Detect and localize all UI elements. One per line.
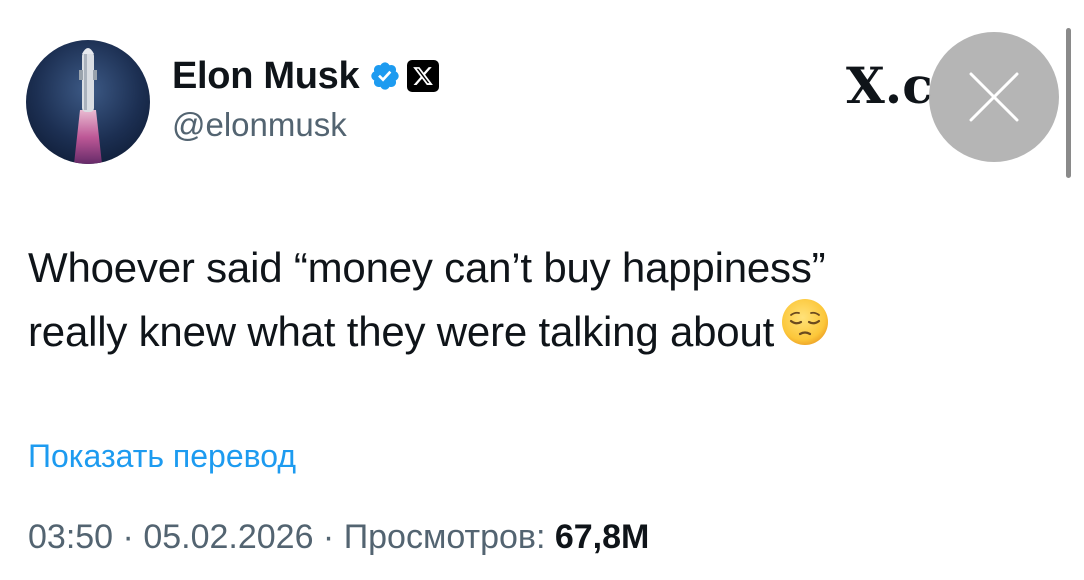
tweet-meta: 03:50 · 05.02.2026 · Просмотров: 67,8M bbox=[28, 518, 649, 557]
author-handle[interactable]: @elonmusk bbox=[172, 106, 347, 144]
pensive-face-emoji-icon bbox=[780, 297, 830, 365]
rocket-launch-avatar-icon bbox=[26, 40, 150, 164]
tweet-text-line-2: really knew what they were talking about bbox=[28, 297, 1048, 365]
verified-badge-icon bbox=[369, 60, 401, 92]
meta-separator-2: · bbox=[313, 518, 344, 556]
close-button[interactable] bbox=[929, 32, 1059, 162]
views-label: Просмотров: bbox=[343, 518, 546, 556]
author-name[interactable]: Elon Musk bbox=[172, 55, 360, 98]
x-logo-icon bbox=[407, 60, 440, 92]
author-avatar[interactable] bbox=[26, 40, 150, 164]
close-icon bbox=[969, 72, 1019, 122]
site-watermark: X.c bbox=[846, 56, 933, 115]
author-name-row: Elon Musk bbox=[172, 50, 440, 102]
tweet-time[interactable]: 03:50 bbox=[28, 518, 113, 556]
views-count[interactable]: 67,8M bbox=[555, 518, 650, 556]
tweet-text-line-1: Whoever said “money can’t buy happiness” bbox=[28, 244, 826, 291]
meta-separator-1: · bbox=[113, 518, 144, 556]
tweet-screenshot: Elon Musk @elonmusk X.c Whoever said “mo… bbox=[0, 0, 1084, 580]
show-translation-link[interactable]: Показать перевод bbox=[28, 438, 296, 475]
scrollbar[interactable] bbox=[1066, 28, 1071, 178]
tweet-text: Whoever said “money can’t buy happiness”… bbox=[28, 236, 1048, 365]
tweet-date[interactable]: 05.02.2026 bbox=[143, 518, 313, 556]
tweet-text-line-2-text: really knew what they were talking about bbox=[28, 308, 775, 355]
